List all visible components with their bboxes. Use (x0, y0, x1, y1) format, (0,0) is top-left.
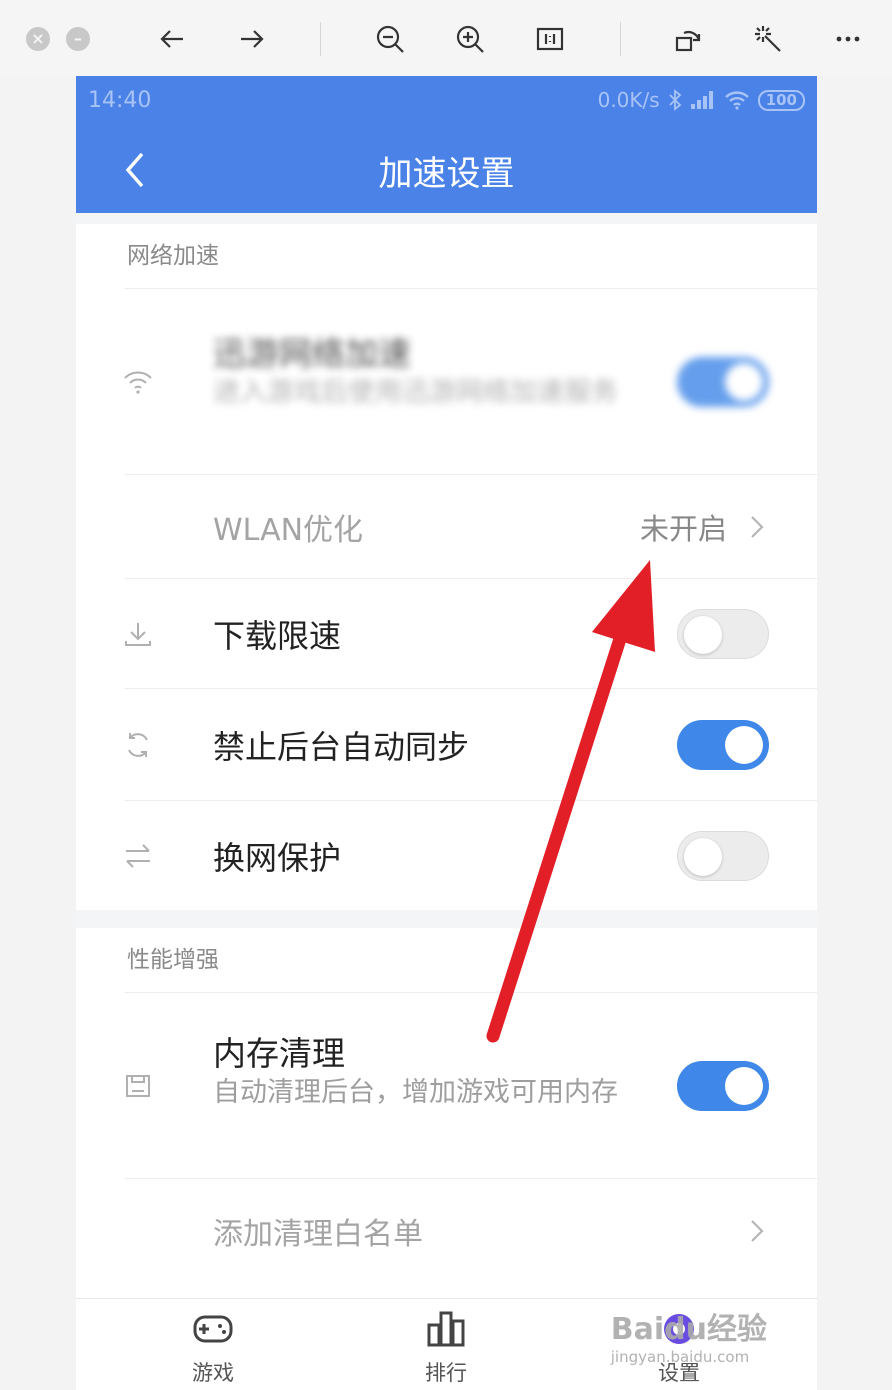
list-item-download-limit[interactable]: 下载限速 (125, 578, 817, 688)
toggle-switch[interactable] (677, 830, 769, 881)
wifi-icon (724, 91, 749, 110)
rotate-icon[interactable] (668, 20, 708, 58)
item-title: 内存清理 (213, 1034, 345, 1073)
bluetooth-icon (669, 89, 682, 111)
tab-ranking[interactable]: 排行 (386, 1309, 506, 1387)
watermark-brand: Baidu经验 (610, 1312, 767, 1347)
item-subtitle: 进入游戏后使用迅游网络加速服务 (213, 377, 618, 408)
toolbar-divider (620, 22, 621, 56)
item-label: 禁止后台自动同步 (213, 727, 470, 766)
tab-label: 排行 (425, 1361, 467, 1385)
swap-arrows-icon (126, 843, 150, 868)
magic-wand-icon[interactable] (748, 20, 788, 58)
section-network-acceleration: 网络加速 迅游网络加速 进入游戏后使用迅游网络加速服务 WLAN优化 未开启 下… (76, 224, 817, 910)
actual-size-icon[interactable] (530, 20, 570, 58)
ranking-icon (427, 1311, 465, 1347)
memory-icon (126, 1074, 150, 1097)
viewer-toolbar: × – (0, 0, 892, 76)
back-arrow-icon[interactable] (152, 20, 192, 58)
chevron-right-icon[interactable] (747, 1216, 767, 1246)
toggle-switch[interactable] (677, 356, 769, 407)
toggle-switch[interactable] (677, 1060, 769, 1111)
battery-icon: 100 (757, 89, 805, 111)
toolbar-divider (320, 22, 321, 56)
chevron-right-icon[interactable] (747, 512, 767, 542)
watermark: Baidu经验 jingyan.baidu.com (611, 1304, 767, 1366)
status-icons: 0.0K/s 100 (598, 88, 805, 112)
item-label: 换网保护 (213, 838, 342, 877)
forward-arrow-icon[interactable] (232, 20, 272, 58)
item-label: 下载限速 (213, 616, 342, 655)
page-title: 加速设置 (378, 154, 515, 194)
list-item-network-switch-protection[interactable]: 换网保护 (125, 800, 817, 910)
zoom-in-icon[interactable] (450, 20, 490, 58)
network-speed: 0.0K/s (597, 88, 660, 112)
status-time: 14:40 (88, 88, 152, 113)
list-item-disable-background-sync[interactable]: 禁止后台自动同步 (125, 688, 817, 800)
section-title: 性能增强 (127, 947, 219, 973)
watermark-url: jingyan.baidu.com (610, 1348, 750, 1366)
wifi-icon (124, 371, 152, 394)
list-item-xunyou-acceleration[interactable]: 迅游网络加速 进入游戏后使用迅游网络加速服务 (124, 288, 817, 474)
tab-games[interactable]: 游戏 (153, 1309, 273, 1387)
item-label: 添加清理白名单 (213, 1216, 423, 1252)
signal-icon (690, 91, 713, 109)
list-item-add-cleanup-whitelist[interactable]: 添加清理白名单 (125, 1178, 817, 1282)
section-title: 网络加速 (127, 243, 219, 269)
phone-screen: 14:40 0.0K/s 100 加速设置 网络加速 迅游网络加速 进入游戏后使… (76, 76, 817, 1390)
minimize-icon[interactable]: – (66, 27, 90, 51)
zoom-out-icon[interactable] (370, 20, 410, 58)
item-label: WLAN优化 (213, 512, 364, 548)
gamepad-icon (193, 1315, 233, 1343)
list-item-wlan-optimization[interactable]: WLAN优化 未开启 (125, 474, 817, 578)
toggle-switch[interactable] (677, 608, 769, 659)
sync-icon (128, 732, 148, 757)
toggle-switch[interactable] (677, 719, 769, 770)
section-performance-enhancement: 性能增强 内存清理 自动清理后台，增加游戏可用内存 添加清理白名单 (76, 928, 817, 1298)
bottom-tab-bar: 游戏 排行 设置 Baidu经验 jingyan.baidu.com (76, 1298, 817, 1390)
list-item-memory-cleanup[interactable]: 内存清理 自动清理后台，增加游戏可用内存 (125, 992, 817, 1178)
app-header: 14:40 0.0K/s 100 加速设置 (76, 76, 817, 213)
item-subtitle: 自动清理后台，增加游戏可用内存 (213, 1077, 618, 1108)
close-icon[interactable]: × (26, 27, 50, 51)
tab-label: 游戏 (192, 1361, 234, 1385)
download-icon (125, 622, 151, 646)
item-title: 迅游网络加速 (213, 334, 411, 373)
item-value: 未开启 (639, 511, 727, 546)
more-icon[interactable] (828, 20, 868, 58)
